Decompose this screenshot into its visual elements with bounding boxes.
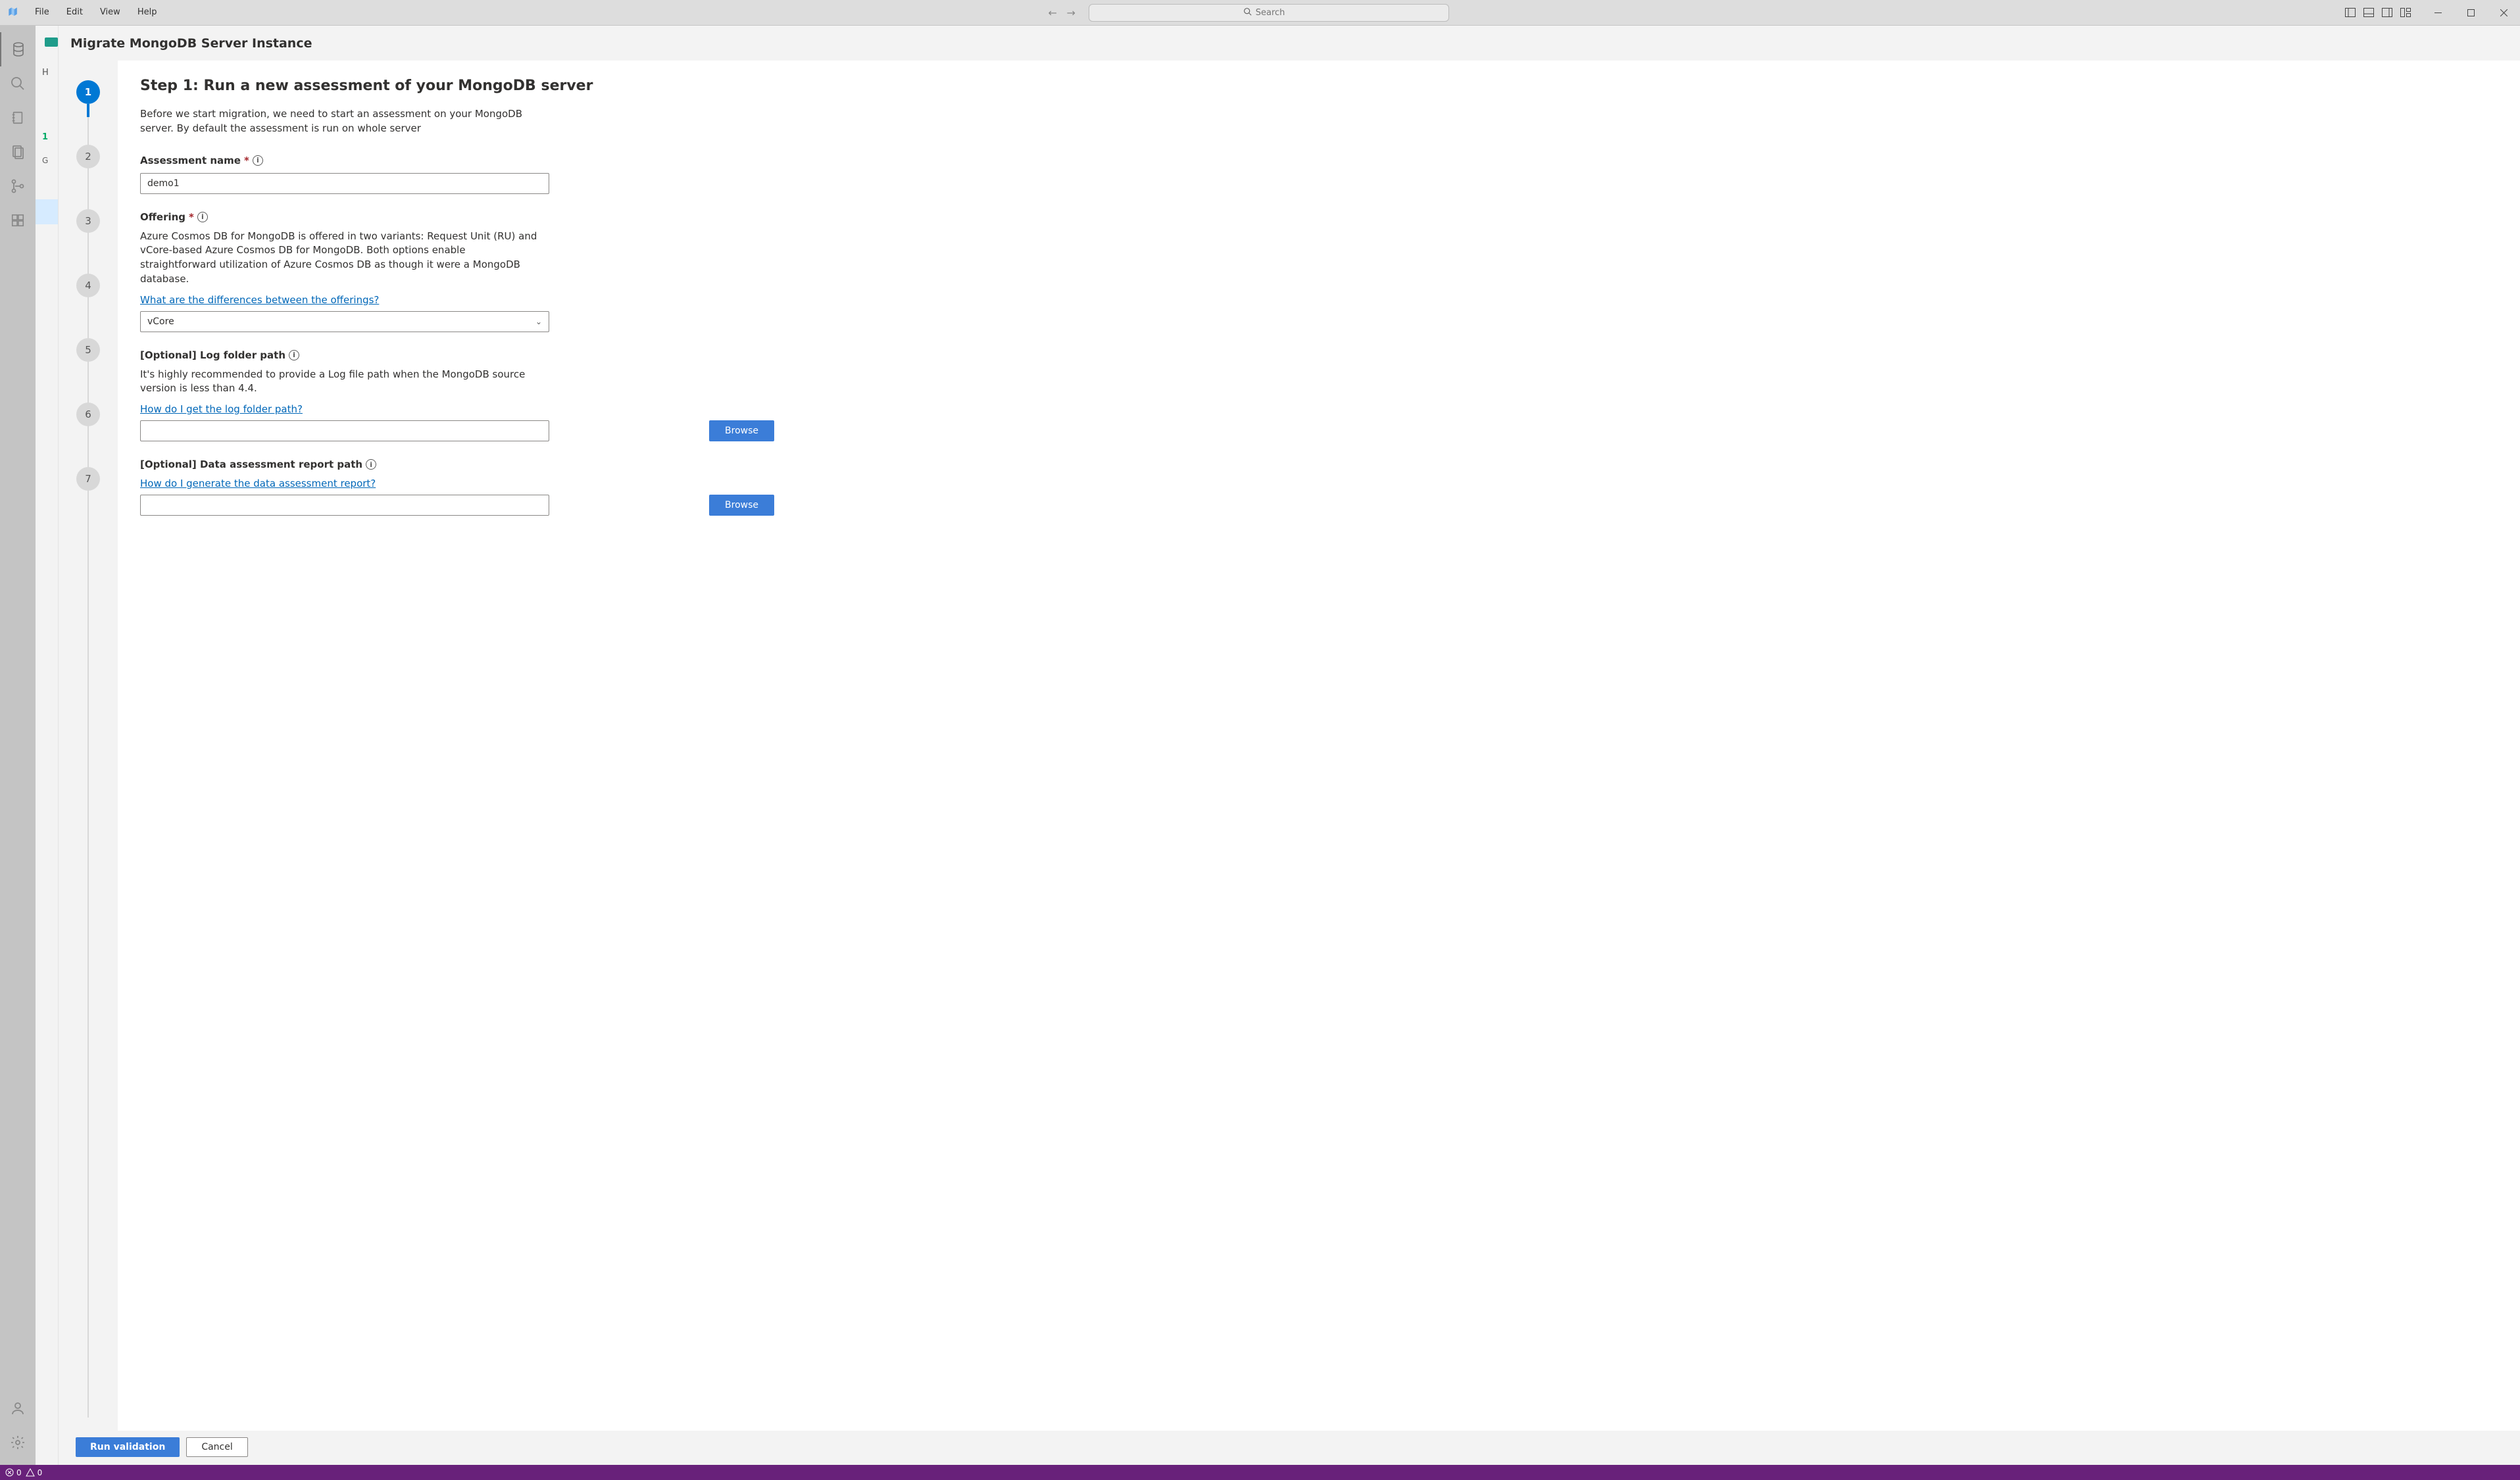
chevron-down-icon: ⌄ — [535, 317, 542, 326]
log-path-desc: It's highly recommended to provide a Log… — [140, 368, 541, 397]
side-panel-item[interactable] — [36, 174, 58, 199]
offering-differences-link[interactable]: What are the differences between the off… — [140, 294, 379, 306]
window-minimize-icon[interactable] — [2421, 0, 2454, 25]
log-path-input[interactable] — [140, 420, 549, 441]
report-path-input[interactable] — [140, 495, 549, 516]
step-3[interactable]: 3 — [76, 209, 100, 233]
info-icon[interactable]: i — [366, 459, 376, 470]
menu-edit[interactable]: Edit — [58, 0, 91, 25]
extensions-icon[interactable] — [0, 203, 36, 237]
step-2[interactable]: 2 — [76, 145, 100, 168]
warning-icon — [26, 1468, 35, 1477]
search-icon — [1243, 7, 1252, 18]
report-path-help-link[interactable]: How do I generate the data assessment re… — [140, 478, 376, 489]
side-panel: H 1 G — [36, 26, 59, 1465]
menu-view[interactable]: View — [91, 0, 129, 25]
nav-forward-icon[interactable]: → — [1062, 7, 1079, 19]
error-icon — [5, 1468, 14, 1477]
offering-desc: Azure Cosmos DB for MongoDB is offered i… — [140, 230, 541, 287]
wizard-stepper: 1 2 3 4 5 6 7 — [59, 61, 118, 1431]
explorer-icon[interactable] — [0, 135, 36, 169]
error-count: 0 — [16, 1468, 22, 1477]
assessment-name-label: Assessment name — [140, 155, 241, 166]
cancel-button[interactable]: Cancel — [186, 1437, 247, 1457]
nav-back-icon[interactable]: ← — [1044, 7, 1061, 19]
panel-left-icon[interactable] — [2341, 0, 2359, 25]
step-7[interactable]: 7 — [76, 467, 100, 491]
side-panel-item-selected[interactable] — [36, 199, 58, 224]
activity-bar — [0, 26, 36, 1465]
menu-file[interactable]: File — [26, 0, 58, 25]
offering-select[interactable]: vCore ⌄ — [140, 311, 549, 332]
report-path-label: [Optional] Data assessment report path — [140, 458, 362, 470]
step-intro: Before we start migration, we need to st… — [140, 107, 541, 136]
global-search[interactable] — [1089, 4, 1449, 22]
main-content: Migrate MongoDB Server Instance 1 2 3 4 … — [59, 26, 2520, 1465]
step-5[interactable]: 5 — [76, 338, 100, 362]
side-panel-row-1: 1 — [36, 124, 58, 149]
page-header: Migrate MongoDB Server Instance — [59, 26, 2520, 61]
offering-label: Offering — [140, 211, 185, 223]
nav-arrows: ← → — [1044, 7, 1079, 19]
title-bar: File Edit View Help ← → — [0, 0, 2520, 26]
step-6[interactable]: 6 — [76, 403, 100, 426]
step-1[interactable]: 1 — [76, 80, 100, 104]
menu-help[interactable]: Help — [129, 0, 166, 25]
offering-value: vCore — [147, 316, 174, 327]
log-path-help-link[interactable]: How do I get the log folder path? — [140, 403, 303, 415]
info-icon[interactable]: i — [253, 155, 263, 166]
window-close-icon[interactable] — [2487, 0, 2520, 25]
server-thumb-icon — [45, 37, 58, 47]
run-validation-button[interactable]: Run validation — [76, 1437, 180, 1457]
layout-icon[interactable] — [2396, 0, 2415, 25]
required-marker: * — [189, 211, 194, 223]
log-path-browse-button[interactable]: Browse — [709, 420, 774, 441]
account-icon[interactable] — [0, 1391, 36, 1425]
source-control-icon[interactable] — [0, 169, 36, 203]
status-errors[interactable]: 0 — [5, 1468, 22, 1477]
step-title: Step 1: Run a new assessment of your Mon… — [140, 78, 2499, 94]
assessment-name-input[interactable] — [140, 173, 549, 194]
report-path-browse-button[interactable]: Browse — [709, 495, 774, 516]
form-area: Step 1: Run a new assessment of your Mon… — [118, 61, 2520, 1431]
side-panel-row-h: H — [36, 60, 58, 85]
panel-right-icon[interactable] — [2378, 0, 2396, 25]
step-4[interactable]: 4 — [76, 274, 100, 297]
connections-icon[interactable] — [0, 32, 36, 66]
notebooks-icon[interactable] — [0, 101, 36, 135]
app-logo-icon — [0, 6, 26, 19]
menu-bar: File Edit View Help — [26, 0, 165, 25]
log-path-label: [Optional] Log folder path — [140, 349, 285, 361]
info-icon[interactable]: i — [289, 350, 299, 360]
panel-bottom-icon[interactable] — [2359, 0, 2378, 25]
side-panel-heading-g: G — [36, 156, 58, 165]
status-bar: 0 0 — [0, 1465, 2520, 1480]
page-title: Migrate MongoDB Server Instance — [70, 36, 2508, 51]
warning-count: 0 — [37, 1468, 43, 1477]
wizard-footer: Run validation Cancel — [59, 1431, 2520, 1465]
settings-gear-icon[interactable] — [0, 1425, 36, 1460]
info-icon[interactable]: i — [197, 212, 208, 222]
search-activity-icon[interactable] — [0, 66, 36, 101]
search-input[interactable] — [1256, 8, 1295, 18]
required-marker: * — [244, 155, 249, 166]
status-warnings[interactable]: 0 — [26, 1468, 43, 1477]
window-maximize-icon[interactable] — [2454, 0, 2487, 25]
